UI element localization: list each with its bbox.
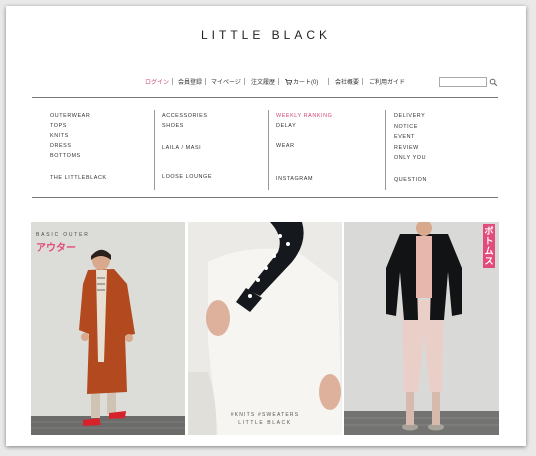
menu-item-knits[interactable]: KNITS [50,133,69,139]
cart-icon [285,79,292,85]
cart-label: カート(0) [293,80,319,86]
search-box [439,77,499,87]
menu-item-the-littleblack[interactable]: THE LITTLEBLACK [50,175,107,181]
menu-item-notice[interactable]: NOTICE [394,124,418,130]
banner-caption-brand: LITTLE BLACK [238,420,292,426]
menu-item-event[interactable]: EVENT [394,134,415,140]
banner-subtitle: BASIC OUTER [36,232,90,238]
search-input[interactable] [439,77,487,87]
register-link[interactable]: 会員登録 [178,77,202,86]
banner-outerwear[interactable]: BASIC OUTER アウター [31,222,185,435]
banner-caption: #KNITS #SWEATERS [230,412,300,418]
site-logo[interactable]: LITTLE BLACK [6,28,526,42]
nav-divider [328,78,329,85]
banner-bottoms[interactable]: ボトムス [344,222,499,435]
nav-divider [362,78,363,85]
menu-item-question[interactable]: QUESTION [394,177,427,183]
bottoms-photo [344,222,499,435]
menu-item-bottoms[interactable]: BOTTOMS [50,153,81,159]
nav-divider [278,78,279,85]
banner-knits[interactable]: #KNITS #SWEATERS LITTLE BLACK [188,222,342,435]
cart-link[interactable]: カート(0) [285,77,318,86]
page-frame: LITTLE BLACK ログイン 会員登録 マイページ 注文履歴 カート(0)… [6,6,526,446]
menu-item-laila-masi[interactable]: LAILA / MASI [162,145,201,151]
menu-bottom-divider [32,197,498,198]
search-icon[interactable] [489,78,498,87]
menu-item-delay[interactable]: DELAY [276,123,296,129]
menu-divider [154,110,155,190]
menu-item-dress[interactable]: DRESS [50,143,72,149]
menu-item-outerwear[interactable]: OUTERWEAR [50,113,90,119]
nav-divider [205,78,206,85]
banner-title: アウター [36,243,76,254]
menu-divider [268,110,269,190]
menu-divider [385,110,386,190]
nav-divider [172,78,173,85]
mypage-link[interactable]: マイページ [211,77,241,86]
menu-item-weekly-ranking[interactable]: WEEKLY RANKING [276,113,332,119]
menu-item-delivery[interactable]: DELIVERY [394,113,425,119]
nav-divider [244,78,245,85]
header-divider [32,97,498,98]
menu-item-shoes[interactable]: SHOES [162,123,184,129]
menu-item-review[interactable]: REVIEW [394,145,419,151]
menu-item-loose-lounge[interactable]: LOOSE LOUNGE [162,174,212,180]
menu-item-only-you[interactable]: ONLY YOU [394,155,426,161]
guide-link[interactable]: ご利用ガイド [369,77,405,86]
menu-item-instagram[interactable]: INSTAGRAM [276,176,313,182]
menu-item-accessories[interactable]: ACCESSORIES [162,113,208,119]
banner-vertical-label: ボトムス [484,226,494,266]
knits-photo [188,222,342,435]
menu-item-tops[interactable]: TOPS [50,123,67,129]
menu-item-wear[interactable]: WEAR [276,143,295,149]
login-link[interactable]: ログイン [145,77,169,86]
company-link[interactable]: 会社概要 [335,77,359,86]
order-history-link[interactable]: 注文履歴 [251,77,275,86]
